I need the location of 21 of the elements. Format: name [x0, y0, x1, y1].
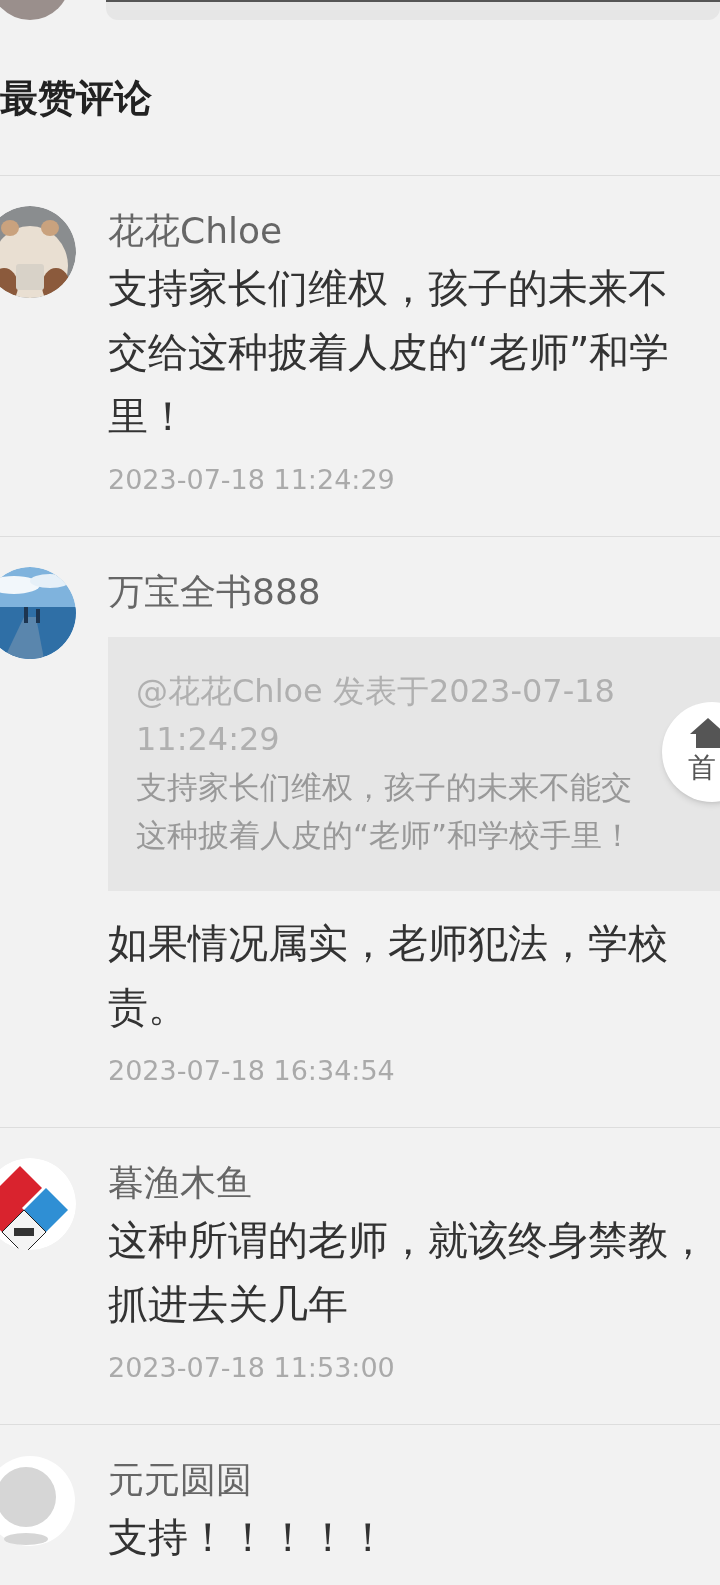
author-name[interactable]: 万宝全书888 [108, 567, 321, 617]
home-icon [688, 716, 720, 750]
author-name[interactable]: 暮渔木鱼 [108, 1158, 252, 1208]
comment-text: 责。 [108, 983, 188, 1032]
comment-text: 抓进去关几年 [108, 1280, 348, 1329]
author-name[interactable]: 花花Chloe [108, 206, 283, 256]
comment-text: 支持家长们维权，孩子的未来不 [108, 264, 668, 313]
comment-text: 这种所谓的老师，就该终身禁教， [108, 1216, 708, 1265]
comment-time: 2023-07-18 16:34:54 [108, 1054, 396, 1088]
quote-text: 支持家长们维权，孩子的未来不能交 [136, 768, 632, 807]
author-name[interactable]: 元元圆圆 [108, 1455, 252, 1505]
quote-text: 这种披着人皮的“老师”和学校手里！ [136, 816, 634, 855]
comment-text: 交给这种披着人皮的“老师”和学 [108, 328, 670, 377]
section-title: 最赞评论 [0, 75, 152, 122]
comment-time: 2023-07-18 11:53:00 [108, 1351, 396, 1385]
comment-text: 如果情况属实，老师犯法，学校 [108, 919, 668, 968]
comment-input-field[interactable] [106, 0, 720, 20]
comment-text: 里！ [108, 392, 188, 441]
comment-time: 2023-07-18 11:24:29 [108, 463, 396, 497]
comment-text: 支持！！！！！ [108, 1513, 388, 1562]
default-avatar-icon [0, 1455, 76, 1547]
